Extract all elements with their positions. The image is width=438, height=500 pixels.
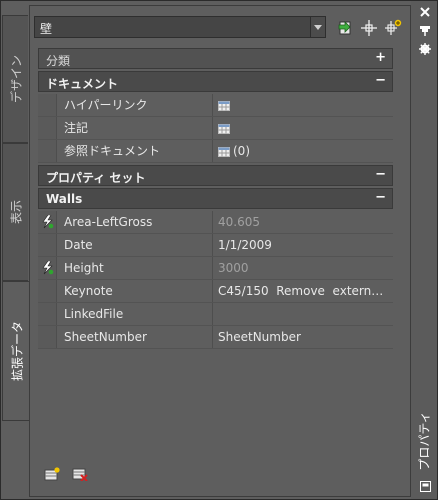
object-type-value: 壁 bbox=[40, 22, 53, 36]
property-row[interactable]: Area-LeftGross 40.605 bbox=[38, 211, 393, 234]
row-gutter bbox=[38, 280, 56, 302]
chevron-down-icon[interactable] bbox=[310, 17, 325, 37]
property-row[interactable]: Height 3000 bbox=[38, 257, 393, 280]
table-icon[interactable] bbox=[218, 147, 230, 157]
tab-display[interactable]: 表示 bbox=[2, 143, 28, 281]
section-documents-label: ドキュメント bbox=[46, 77, 119, 91]
property-value[interactable] bbox=[218, 303, 390, 325]
pick-point-icon[interactable] bbox=[360, 19, 378, 37]
table-icon[interactable] bbox=[218, 124, 230, 134]
section-documents[interactable]: ドキュメント − bbox=[38, 71, 393, 92]
tab-extended-data[interactable]: 拡張データ bbox=[2, 281, 30, 421]
formula-icon bbox=[42, 215, 54, 229]
property-value: 3000 bbox=[218, 261, 249, 275]
property-row[interactable]: Keynote C45/150 Remove extern… bbox=[38, 280, 393, 303]
property-grid: 分類 + ドキュメント − ハイパーリンク 注記 参照ドキュメント (0) プロ… bbox=[38, 48, 393, 351]
property-value-text: (0) bbox=[233, 144, 250, 158]
row-gutter bbox=[38, 234, 56, 256]
property-name: LinkedFile bbox=[56, 303, 213, 325]
property-row[interactable]: 参照ドキュメント (0) bbox=[38, 140, 393, 163]
property-name: 注記 bbox=[56, 117, 213, 139]
palette-title: プロパティ bbox=[417, 411, 432, 471]
collapse-icon[interactable]: − bbox=[375, 73, 386, 88]
property-name: Keynote bbox=[56, 280, 213, 302]
tab-design[interactable]: デザイン bbox=[2, 15, 28, 143]
property-value[interactable]: 1/1/2009 bbox=[218, 234, 390, 256]
row-gutter bbox=[38, 303, 56, 325]
property-name: Date bbox=[56, 234, 213, 256]
property-value[interactable]: SheetNumber bbox=[218, 326, 390, 348]
expand-icon[interactable]: + bbox=[375, 50, 386, 65]
tab-display-label: 表示 bbox=[9, 199, 23, 225]
property-row[interactable]: Date 1/1/2009 bbox=[38, 234, 393, 257]
property-value[interactable]: C45/150 Remove extern… bbox=[218, 280, 390, 302]
property-value[interactable]: (0) bbox=[218, 140, 390, 162]
row-gutter bbox=[38, 326, 56, 348]
section-classification-label: 分類 bbox=[46, 54, 71, 68]
properties-palette: デザイン 表示 拡張データ 壁 分類 + ドキュメント − ハイパーリンク 注記… bbox=[0, 0, 438, 500]
collapse-icon[interactable]: − bbox=[375, 167, 386, 182]
property-value[interactable] bbox=[218, 117, 390, 139]
property-name: 参照ドキュメント bbox=[56, 140, 213, 162]
property-row[interactable]: SheetNumber SheetNumber bbox=[38, 326, 393, 349]
close-icon[interactable] bbox=[418, 6, 432, 20]
property-value-text: C45/150 Remove extern… bbox=[218, 284, 384, 298]
settings-icon[interactable] bbox=[418, 43, 432, 57]
property-name: SheetNumber bbox=[56, 326, 213, 348]
section-property-sets[interactable]: プロパティ セット − bbox=[38, 165, 393, 186]
tab-extended-data-label: 拡張データ bbox=[10, 320, 24, 382]
row-gutter bbox=[38, 211, 56, 233]
section-property-sets-label: プロパティ セット bbox=[46, 171, 146, 185]
row-gutter bbox=[38, 257, 56, 279]
section-walls[interactable]: Walls − bbox=[38, 188, 393, 209]
property-row[interactable]: LinkedFile bbox=[38, 303, 393, 326]
property-name: ハイパーリンク bbox=[56, 94, 213, 116]
property-panel: 壁 分類 + ドキュメント − ハイパーリンク 注記 参照ドキュメント (0) … bbox=[29, 5, 411, 497]
palette-menu-icon[interactable] bbox=[418, 481, 432, 495]
auto-hide-icon[interactable] bbox=[418, 25, 432, 39]
add-property-set-icon[interactable] bbox=[44, 467, 60, 484]
property-name: Area-LeftGross bbox=[56, 211, 213, 233]
property-value[interactable] bbox=[218, 94, 390, 116]
document-rows: ハイパーリンク 注記 参照ドキュメント (0) bbox=[38, 94, 393, 163]
property-row[interactable]: 注記 bbox=[38, 117, 393, 140]
table-icon[interactable] bbox=[218, 101, 230, 111]
select-objects-icon[interactable] bbox=[336, 19, 354, 37]
toggle-pickadd-icon[interactable] bbox=[384, 19, 402, 37]
property-set-actions bbox=[44, 467, 96, 484]
row-gutter bbox=[38, 140, 56, 162]
row-gutter bbox=[38, 117, 56, 139]
formula-icon bbox=[42, 261, 54, 275]
property-name: Height bbox=[56, 257, 213, 279]
collapse-icon[interactable]: − bbox=[375, 190, 386, 205]
wall-rows: Area-LeftGross 40.605 Date 1/1/2009 Heig… bbox=[38, 211, 393, 349]
property-value: 40.605 bbox=[218, 215, 260, 229]
tab-design-label: デザイン bbox=[9, 54, 23, 104]
section-walls-label: Walls bbox=[46, 192, 83, 206]
row-gutter bbox=[38, 94, 56, 116]
property-row[interactable]: ハイパーリンク bbox=[38, 94, 393, 117]
section-classification[interactable]: 分類 + bbox=[38, 48, 393, 69]
remove-property-set-icon[interactable] bbox=[72, 467, 88, 484]
palette-title-bar: プロパティ bbox=[411, 1, 437, 499]
object-type-dropdown[interactable]: 壁 bbox=[34, 16, 326, 38]
